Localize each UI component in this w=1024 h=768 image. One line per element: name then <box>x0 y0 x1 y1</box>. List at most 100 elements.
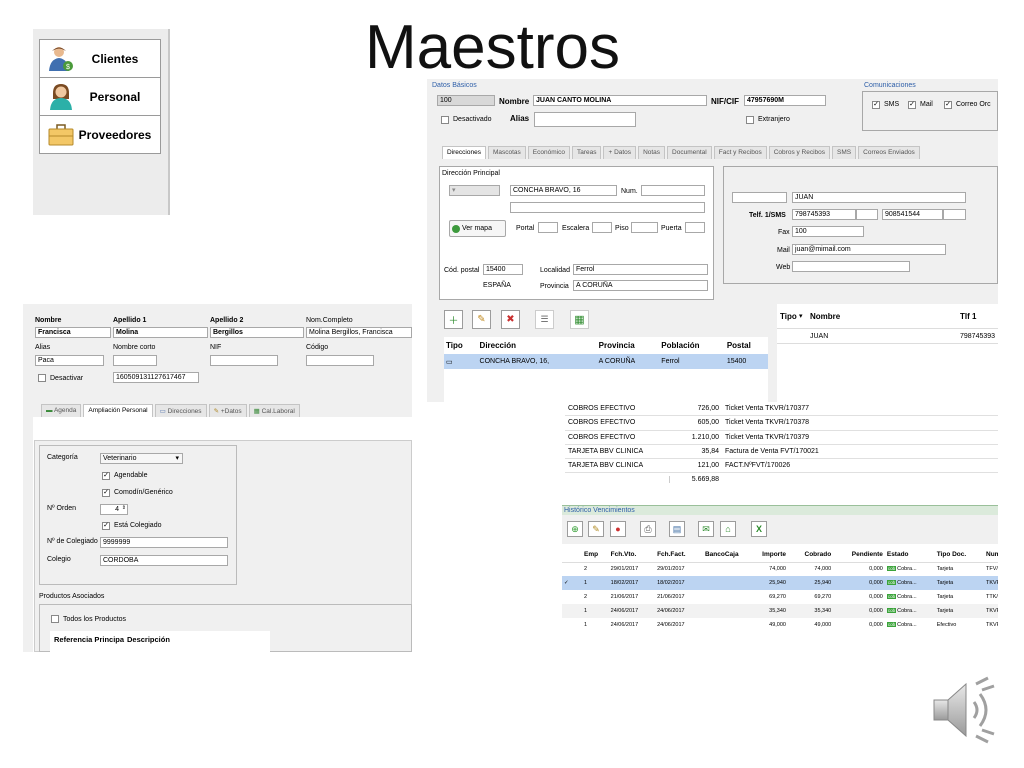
list-item[interactable]: TARJETA BBV CLINICA 121,00 FACT.NºFVT/17… <box>565 459 998 473</box>
remesa-button[interactable]: ⌂ <box>720 521 736 537</box>
nif-field[interactable]: 47957690M <box>744 95 826 106</box>
list-item[interactable]: TARJETA BBV CLINICA 35,84 Factura de Ven… <box>565 445 998 459</box>
tab-mas-datos[interactable]: + Datos <box>603 146 637 159</box>
table-row[interactable]: ▭ CONCHA BRAVO, 16, A CORUÑA Ferrol 1540… <box>444 354 768 369</box>
comodin-checkbox[interactable]: ✓ <box>102 489 110 497</box>
tab-documental[interactable]: Documental <box>667 146 712 159</box>
contacto-tipo-field[interactable] <box>732 192 787 203</box>
colegio-field[interactable]: CORDOBA <box>100 555 228 566</box>
table-row[interactable]: 2 29/01/2017 29/01/2017 74,000 74,000 0,… <box>562 562 998 576</box>
codigo-field[interactable]: 100 <box>437 95 495 106</box>
nom-completo-field[interactable]: Molina Bergillos, Francisca <box>306 327 412 338</box>
cobro-tipo: TARJETA BBV CLINICA <box>568 462 644 469</box>
puerta-field[interactable] <box>685 222 705 233</box>
sms-checkbox[interactable]: ✓ <box>872 101 880 109</box>
menu-item-personal[interactable]: Personal <box>40 78 160 116</box>
table-row[interactable]: JUAN 798745393 <box>777 328 998 344</box>
tab-cal-laboral[interactable]: ▦ Cal.Laboral <box>248 404 300 417</box>
cp-field[interactable]: 15400 <box>483 264 523 275</box>
add-direccion-button[interactable]: ＋ <box>444 310 463 329</box>
provincia-field[interactable]: A CORUÑA <box>573 280 708 291</box>
grid-button[interactable]: ▦ <box>570 310 589 329</box>
apellido2-field[interactable]: Bergillos <box>210 327 304 338</box>
tlf2-ext-field[interactable] <box>943 209 966 220</box>
tab-economico[interactable]: Económico <box>527 146 570 159</box>
add-button[interactable]: ⊕ <box>567 521 583 537</box>
tab-notas[interactable]: Notas <box>638 146 666 159</box>
table-row[interactable]: 2 21/06/2017 21/06/2017 69,270 69,270 0,… <box>562 590 998 604</box>
calle2-field[interactable] <box>510 202 705 213</box>
edit-direccion-button[interactable]: ✎ <box>472 310 491 329</box>
extranjero-checkbox[interactable] <box>746 116 754 124</box>
tlf1-ext-field[interactable] <box>856 209 878 220</box>
tipo-via-select[interactable]: ▾ <box>449 185 500 196</box>
desactivado-checkbox[interactable] <box>441 116 449 124</box>
direccion-principal-box: Dirección Principal ▾ CONCHA BRAVO, 16 N… <box>439 166 714 300</box>
edit-button[interactable]: ✎ <box>588 521 604 537</box>
menu-item-proveedores[interactable]: Proveedores <box>40 116 160 154</box>
piso-field[interactable] <box>631 222 658 233</box>
table-row[interactable]: 1 24/06/2017 24/06/2017 35,340 35,340 0,… <box>562 604 998 618</box>
codigo-barras-field[interactable]: 160509131127617467 <box>113 372 199 383</box>
table-row[interactable]: ✓ 1 18/02/2017 18/02/2017 25,940 25,940 … <box>562 576 998 590</box>
tab-ampliacion[interactable]: Ampliación Personal <box>83 404 153 417</box>
web-field[interactable] <box>792 261 910 272</box>
delete-direccion-button[interactable]: ✖ <box>501 310 520 329</box>
mail-field[interactable]: juan@mimail.com <box>792 244 946 255</box>
tab-agenda[interactable]: ▬ Agenda <box>41 404 82 417</box>
contacto-nombre-field[interactable]: JUAN <box>792 192 966 203</box>
tab-mascotas[interactable]: Mascotas <box>487 146 526 159</box>
orden-stepper[interactable]: 4 ⇕ <box>100 504 128 515</box>
print-button[interactable]: ⎙ <box>640 521 656 537</box>
tab-correos[interactable]: Correos Enviados <box>858 146 920 159</box>
tab-direcciones[interactable]: Direcciones <box>442 146 486 159</box>
historico-toolbar: ⊕ ✎ ● ⎙ ▤ ✉ ⌂ X <box>562 515 998 544</box>
fax-field[interactable]: 100 <box>792 226 864 237</box>
speaker-icon[interactable] <box>930 676 1000 744</box>
nif-field[interactable] <box>210 355 278 366</box>
num-colegiado-field[interactable]: 9999999 <box>100 537 228 548</box>
portal-field[interactable] <box>538 222 558 233</box>
ver-mapa-button[interactable]: Ver mapa <box>449 220 506 237</box>
tlf1-field[interactable]: 798745393 <box>792 209 856 220</box>
escalera-field[interactable] <box>592 222 612 233</box>
menu-item-clientes[interactable]: $ Clientes <box>40 40 160 78</box>
nombre-corto-field[interactable] <box>113 355 157 366</box>
escalera-label: Escalera <box>562 225 590 232</box>
codigo-field[interactable] <box>306 355 374 366</box>
list-button[interactable]: ☰ <box>535 310 554 329</box>
categoria-select[interactable]: Veterinario ▾ <box>100 453 183 464</box>
list-item[interactable]: COBROS EFECTIVO 726,00 Ticket Venta TKVR… <box>565 402 998 416</box>
list-item[interactable]: COBROS EFECTIVO 605,00 Ticket Venta TKVR… <box>565 416 998 431</box>
delete-button[interactable]: ● <box>610 521 626 537</box>
alias-field[interactable] <box>534 112 636 127</box>
agendable-checkbox[interactable]: ✓ <box>102 472 110 480</box>
tab-sms[interactable]: SMS <box>832 146 857 159</box>
mail-checkbox[interactable]: ✓ <box>908 101 916 109</box>
tab-mas-datos[interactable]: ✎ +Datos <box>208 404 247 417</box>
table-row[interactable]: 1 24/06/2017 24/06/2017 49,000 49,000 0,… <box>562 618 998 632</box>
tab-direcciones[interactable]: ▭ Direcciones <box>154 404 207 417</box>
todos-productos-checkbox[interactable] <box>51 615 59 623</box>
list-item[interactable]: COBROS EFECTIVO 1.210,00 Ticket Venta TK… <box>565 431 998 445</box>
nombre-field[interactable]: Francisca <box>35 327 111 338</box>
cell-tipo-doc: Tarjeta <box>936 580 954 586</box>
correo-checkbox[interactable]: ✓ <box>944 101 952 109</box>
calc-button[interactable]: ▤ <box>669 521 685 537</box>
localidad-field[interactable]: Ferrol <box>573 264 708 275</box>
num-field[interactable] <box>641 185 705 196</box>
colegiado-checkbox[interactable]: ✓ <box>102 522 110 530</box>
cobrar-button[interactable]: ✉ <box>698 521 714 537</box>
excel-button[interactable]: X <box>751 521 767 537</box>
desactivar-checkbox[interactable] <box>38 374 46 382</box>
tab-tareas[interactable]: Tareas <box>571 146 602 159</box>
tab-fact-recibos[interactable]: Fact y Recibos <box>713 146 767 159</box>
tlf2-field[interactable]: 908541544 <box>882 209 943 220</box>
cell-pendiente: 0,000 <box>869 594 883 600</box>
tab-cobros-recibos[interactable]: Cobros y Recibos <box>768 146 831 159</box>
cell-nombre-contacto: JUAN <box>810 333 829 340</box>
nombre-field[interactable]: JUAN CANTO MOLINA <box>533 95 707 106</box>
apellido1-field[interactable]: Molina <box>113 327 208 338</box>
alias-field[interactable]: Paca <box>35 355 104 366</box>
calle-field[interactable]: CONCHA BRAVO, 16 <box>510 185 617 196</box>
